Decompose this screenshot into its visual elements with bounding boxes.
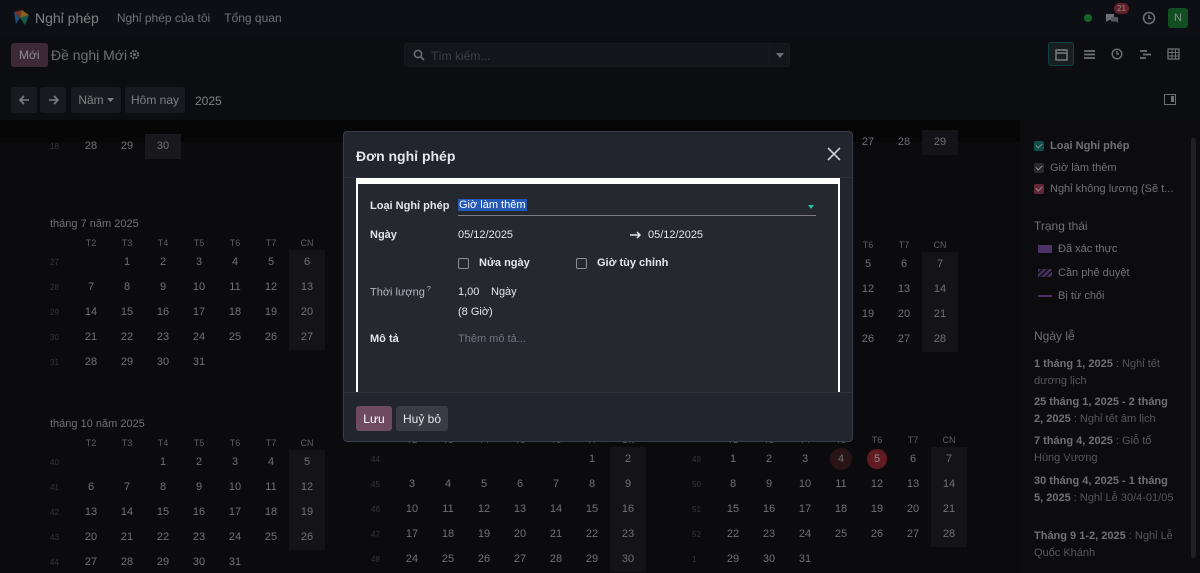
duration-label: Thời lượng? <box>370 286 431 299</box>
half-day-label: Nửa ngày <box>479 257 530 269</box>
dialog-title: Đơn nghỉ phép <box>356 148 456 164</box>
dialog-header: Đơn nghỉ phép <box>344 132 852 178</box>
date-to-input[interactable]: 05/12/2025 <box>648 229 703 241</box>
leave-type-label: Loại Nghỉ phép <box>370 200 450 212</box>
form-sheet: Loại Nghỉ phép Giờ làm thêm Ngày 05/12/2… <box>356 184 840 392</box>
half-day-checkbox[interactable] <box>458 258 469 269</box>
leave-type-select[interactable]: Giờ làm thêm <box>458 198 816 216</box>
duration-input[interactable]: 1,00 <box>458 286 479 298</box>
leave-request-dialog: Đơn nghỉ phép Loại Nghỉ phép Giờ làm thê… <box>343 131 853 442</box>
save-button[interactable]: Lưu <box>356 406 392 431</box>
duration-label-text: Thời lượng <box>370 286 425 299</box>
date-from-input[interactable]: 05/12/2025 <box>458 229 513 241</box>
duration-hours: (8 Giờ) <box>458 306 493 318</box>
arrow-right-icon <box>630 231 642 239</box>
custom-hours-checkbox[interactable] <box>576 258 587 269</box>
dialog-footer: Lưu Huỷ bỏ <box>344 392 852 442</box>
description-label: Mô tả <box>370 333 399 345</box>
cancel-button[interactable]: Huỷ bỏ <box>396 406 448 431</box>
duration-unit: Ngày <box>491 286 517 298</box>
dialog-body: Loại Nghỉ phép Giờ làm thêm Ngày 05/12/2… <box>356 178 840 392</box>
caret-down-icon <box>808 205 814 209</box>
close-icon[interactable] <box>826 146 842 162</box>
leave-type-value: Giờ làm thêm <box>458 199 527 211</box>
help-icon[interactable]: ? <box>427 286 431 293</box>
description-input[interactable]: Thêm mô tả... <box>458 333 526 345</box>
date-label: Ngày <box>370 229 397 241</box>
form-sheet-inner: Loại Nghỉ phép Giờ làm thêm Ngày 05/12/2… <box>358 184 838 392</box>
custom-hours-label: Giờ tùy chỉnh <box>597 257 669 269</box>
